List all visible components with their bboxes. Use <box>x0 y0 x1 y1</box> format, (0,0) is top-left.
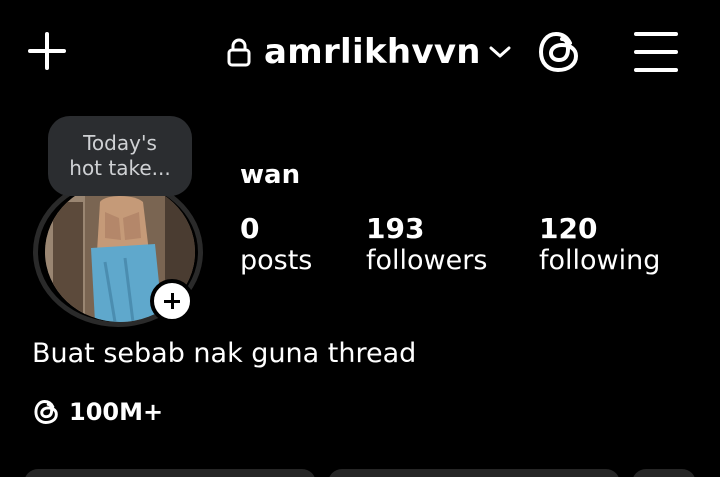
followers-label: followers <box>366 245 488 276</box>
threads-follower-count: 100M+ <box>69 398 164 426</box>
menu-line <box>634 50 678 54</box>
username: amrlikhvvn <box>264 32 481 72</box>
menu-line <box>634 32 678 36</box>
following-count: 120 <box>539 212 598 245</box>
note-text: Today's hot take... <box>69 131 171 180</box>
discover-people-button[interactable] <box>632 469 696 477</box>
followers-stat[interactable]: 193 followers <box>366 212 487 276</box>
following-label: following <box>539 245 661 276</box>
followers-count: 193 <box>366 212 425 245</box>
new-post-button[interactable] <box>24 28 70 74</box>
posts-stat[interactable]: 0 posts <box>240 212 312 276</box>
threads-icon[interactable] <box>536 27 584 77</box>
threads-icon <box>34 400 58 424</box>
posts-label: posts <box>240 245 313 276</box>
display-name: wan <box>240 160 301 190</box>
posts-count: 0 <box>240 212 260 245</box>
chevron-down-icon[interactable] <box>486 40 514 64</box>
note-bubble[interactable]: Today's hot take... <box>48 116 192 196</box>
bio: Buat sebab nak guna thread <box>32 338 417 369</box>
menu-button[interactable] <box>634 32 678 72</box>
edit-profile-button[interactable] <box>24 469 316 477</box>
threads-badge[interactable]: 100M+ <box>33 396 163 428</box>
share-profile-button[interactable] <box>328 469 620 477</box>
add-story-button[interactable] <box>150 279 194 323</box>
lock-icon <box>227 38 251 67</box>
menu-line <box>634 68 678 72</box>
account-switcher[interactable]: amrlikhvvn <box>226 30 481 74</box>
following-stat[interactable]: 120 following <box>539 212 660 276</box>
